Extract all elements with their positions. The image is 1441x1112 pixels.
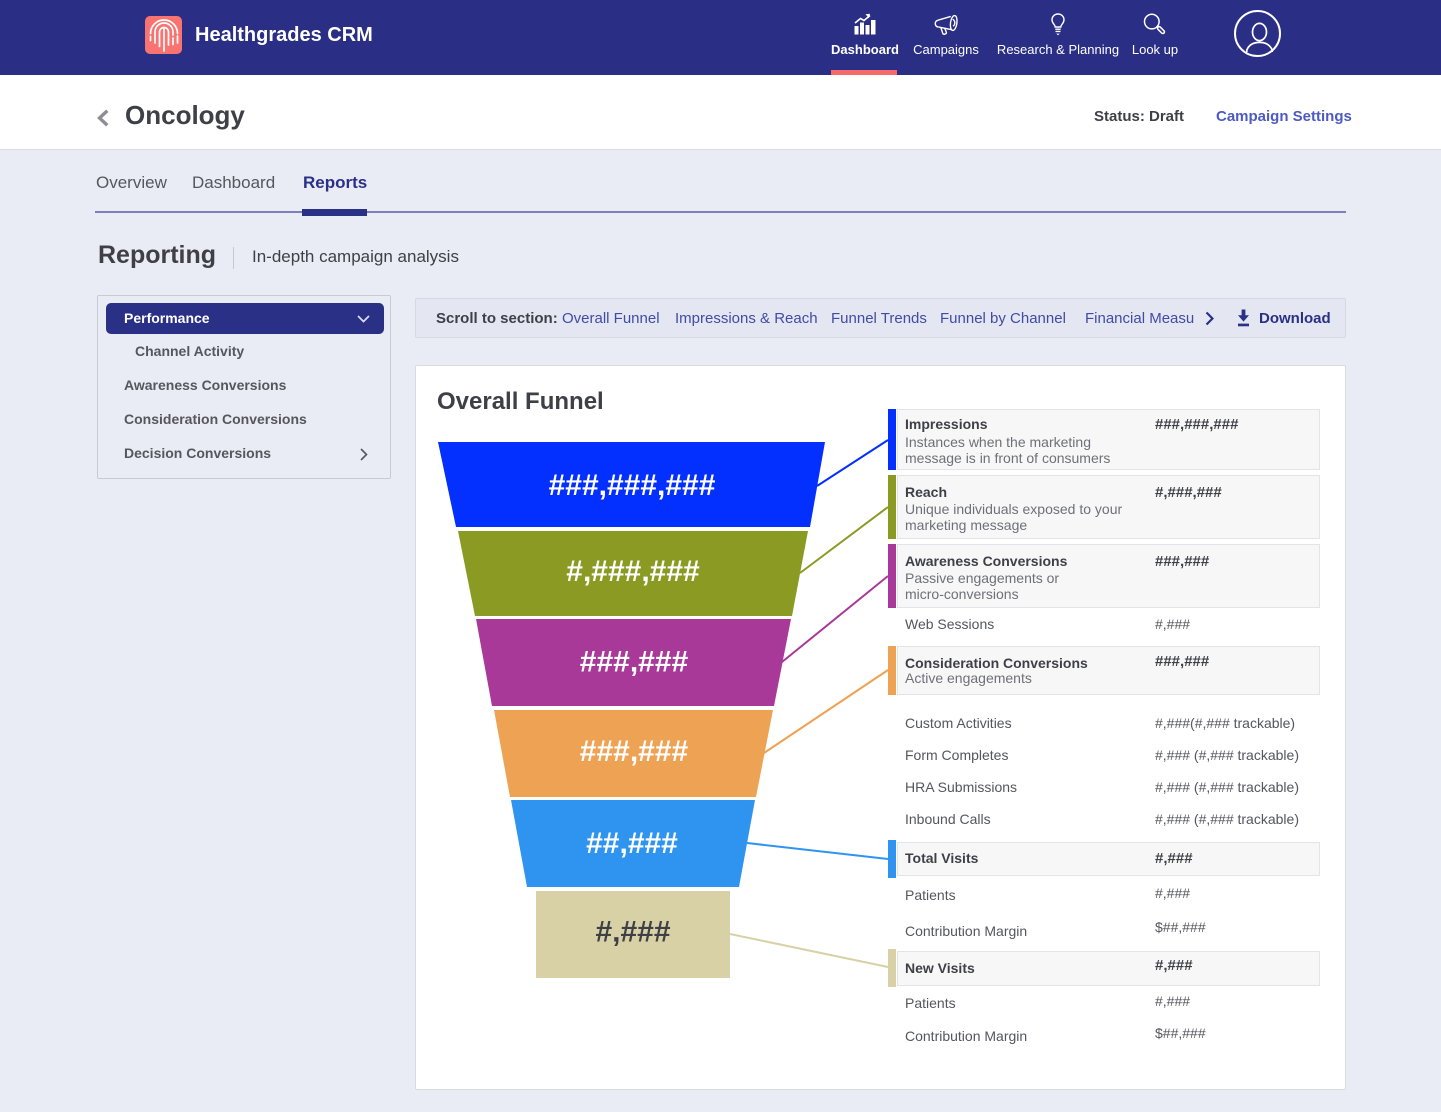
svg-text:##,###: ##,### [586,827,678,860]
svg-text:#,###,###: #,###,### [566,555,700,588]
svg-text:###,###: ###,### [580,646,689,679]
svg-text:###,###,###: ###,###,### [549,469,716,502]
svg-text:#,###: #,### [595,916,670,949]
svg-text:###,###: ###,### [580,735,689,768]
